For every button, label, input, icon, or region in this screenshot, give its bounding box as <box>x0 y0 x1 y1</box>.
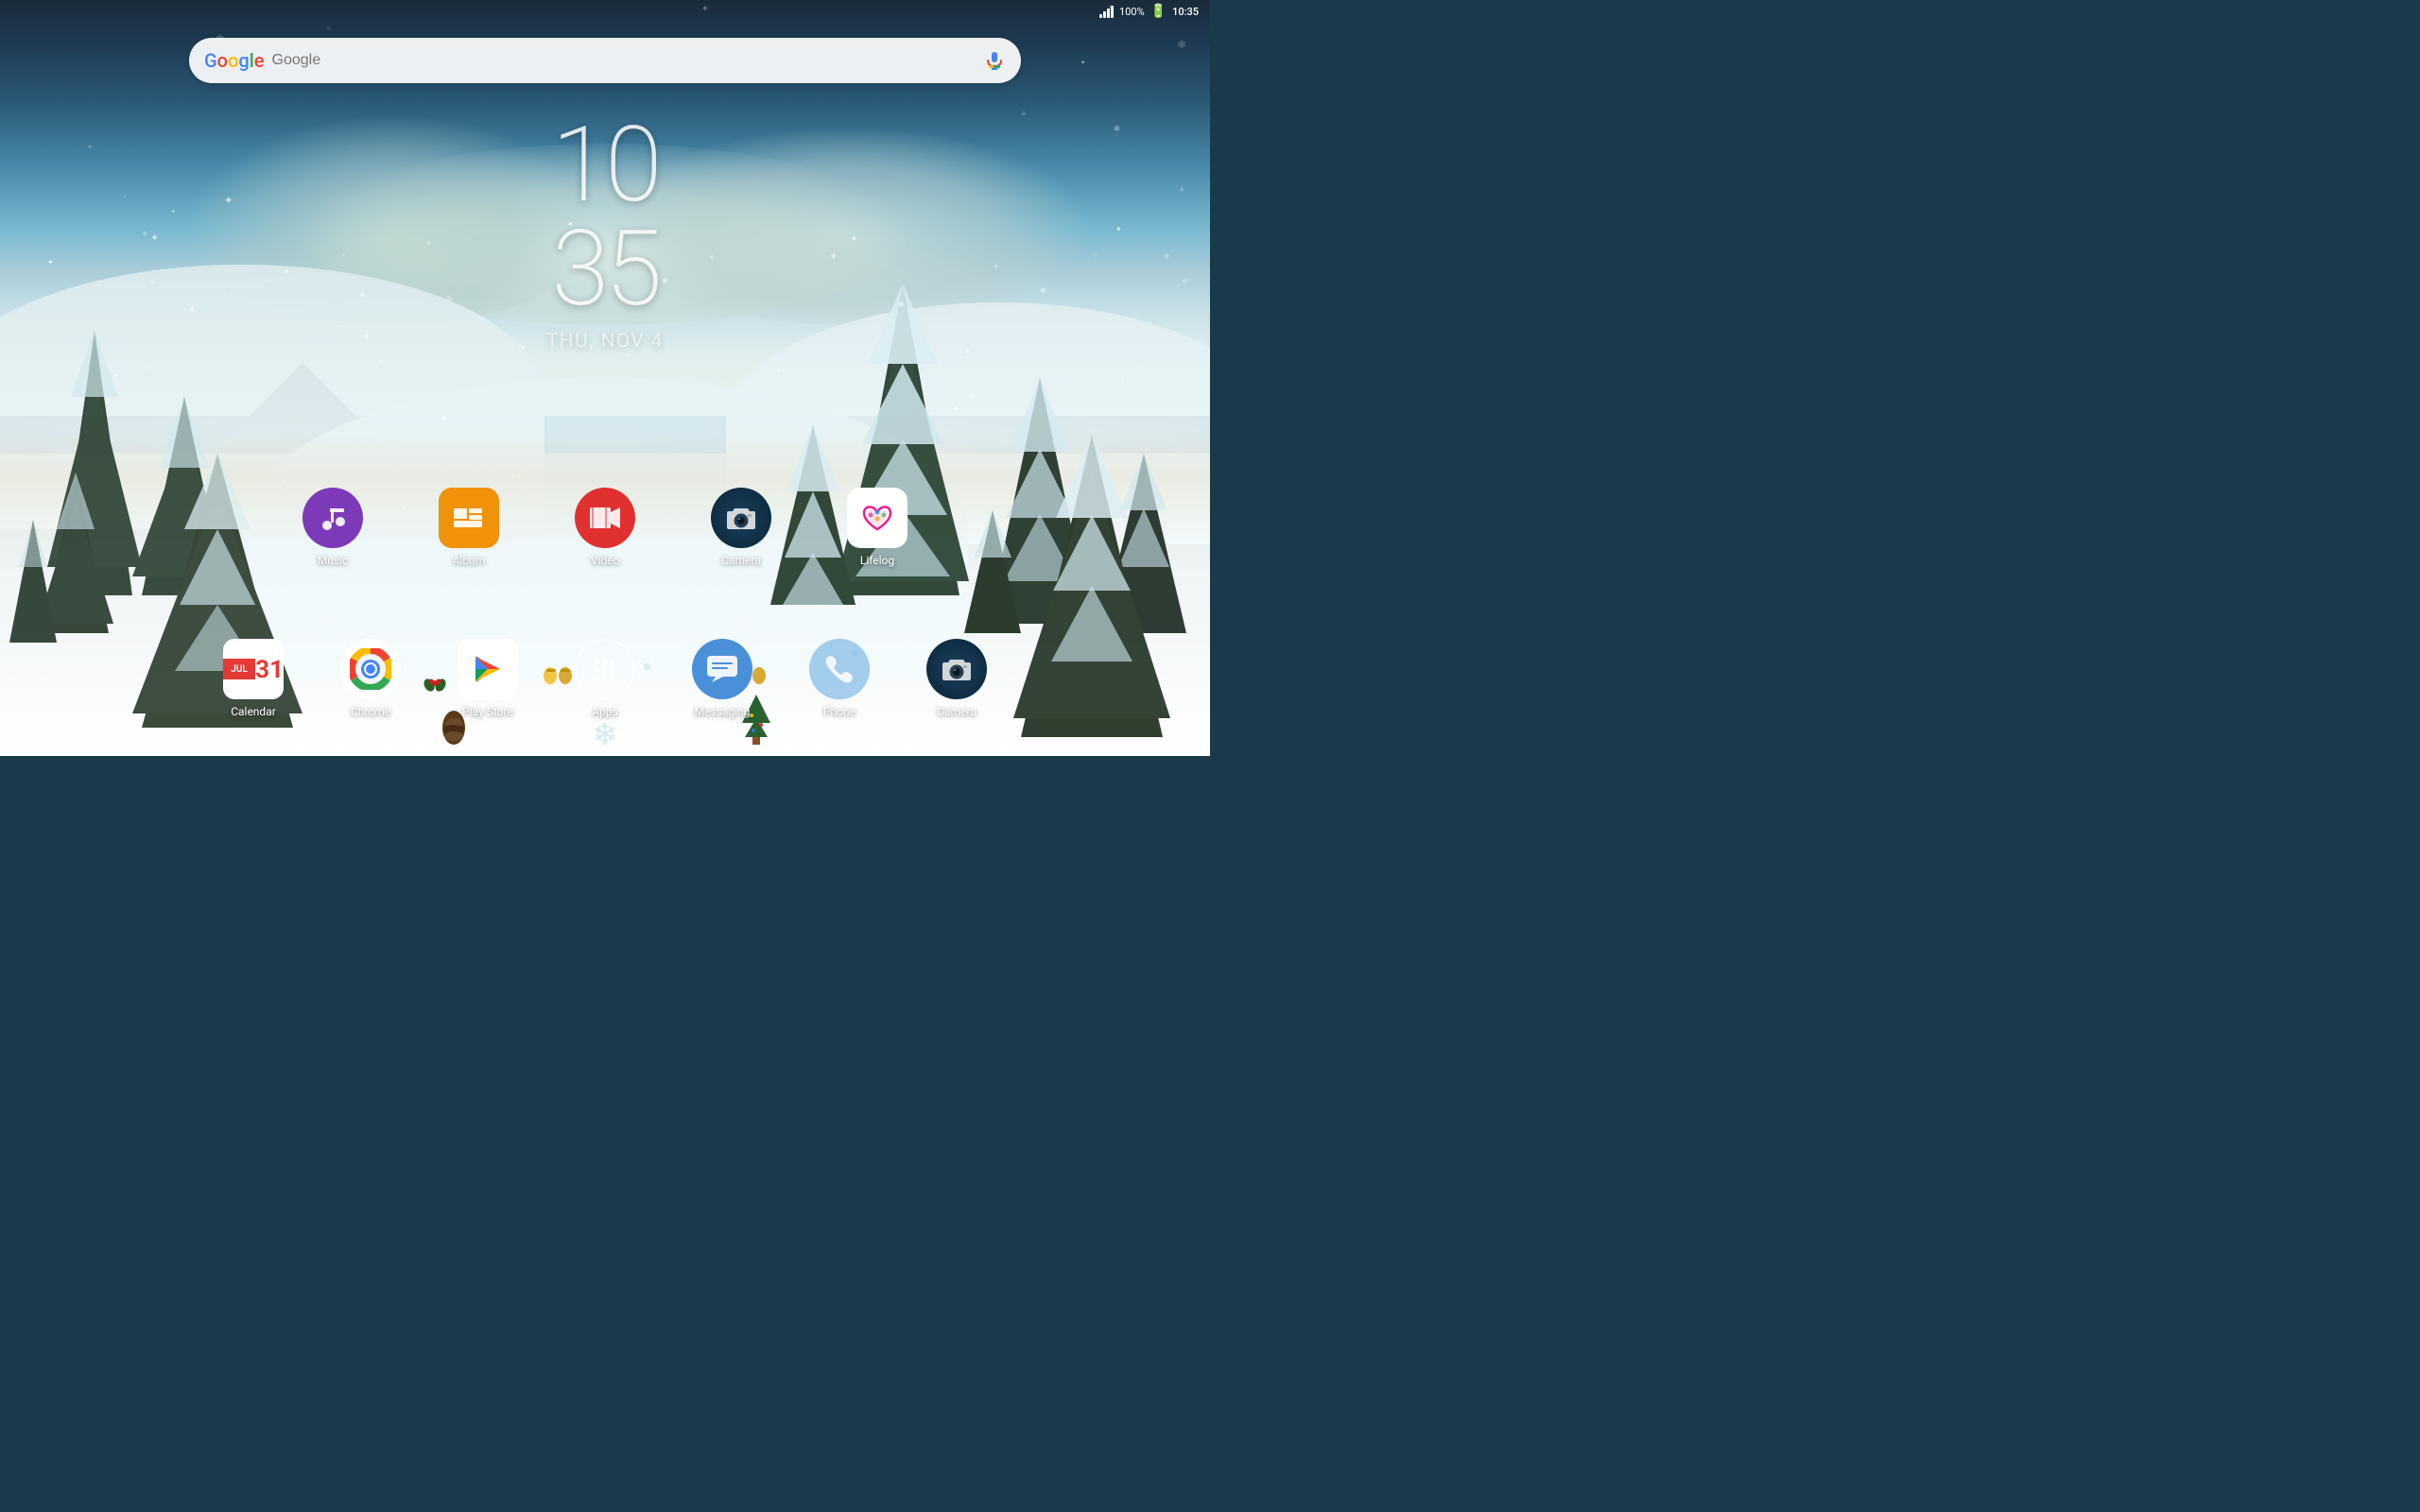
calendar-label: Calendar <box>231 705 276 718</box>
camera-mid-label: Camera <box>721 554 761 567</box>
phone-label: Phone <box>823 705 856 718</box>
phone-icon-bg <box>809 639 870 699</box>
video-label: Video <box>591 554 620 567</box>
playstore-icon-bg <box>458 639 518 699</box>
app-album[interactable]: Album <box>439 488 499 567</box>
google-logo: Google <box>204 49 265 72</box>
camera-dock-label: Camera <box>937 705 977 718</box>
status-time: 10:35 <box>1172 6 1199 18</box>
video-icon-bg <box>575 488 635 548</box>
app-video[interactable]: Video <box>575 488 635 567</box>
chrome-icon-bg <box>340 639 401 699</box>
album-icon-bg <box>439 488 499 548</box>
app-playstore[interactable]: Play Store <box>458 639 518 718</box>
microphone-icon[interactable] <box>983 49 1006 72</box>
clock-hour: 10 <box>546 113 664 217</box>
dock: JUL 31 Calendar Chrome <box>223 639 987 718</box>
lifelog-icon-bg <box>847 488 908 548</box>
camera-mid-icon-bg <box>711 488 771 548</box>
app-messaging[interactable]: Messaging <box>692 639 752 718</box>
status-bar: 100% 🔋 10:35 <box>0 0 1210 23</box>
battery-icon: 🔋 <box>1150 4 1167 19</box>
middle-apps-row: Music Album Video <box>302 488 908 567</box>
camera-dock-icon-bg <box>926 639 987 699</box>
app-lifelog[interactable]: Lifelog <box>847 488 908 567</box>
calendar-icon-bg: JUL 31 <box>223 639 284 699</box>
signal-indicator <box>1099 6 1114 18</box>
messaging-label: Messaging <box>695 705 751 718</box>
app-camera-middle[interactable]: Camera <box>711 488 771 567</box>
music-icon-bg <box>302 488 363 548</box>
search-input[interactable] <box>272 38 983 83</box>
app-music[interactable]: Music <box>302 488 363 567</box>
clock-minute: 35 <box>546 217 664 321</box>
clock-widget: 10 35 THU, NOV 4 <box>546 113 664 352</box>
app-apps[interactable]: Apps <box>575 639 635 718</box>
battery-percentage: 100% <box>1119 6 1145 18</box>
app-camera-dock[interactable]: Camera <box>926 639 987 718</box>
chrome-label: Chrome <box>351 705 390 718</box>
status-icons: 100% 🔋 10:35 <box>1099 4 1199 19</box>
app-chrome[interactable]: Chrome <box>340 639 401 718</box>
apps-icon-bg <box>575 639 635 699</box>
music-label: Music <box>318 554 348 567</box>
app-calendar[interactable]: JUL 31 Calendar <box>223 639 284 718</box>
playstore-label: Play Store <box>462 705 513 718</box>
messaging-icon-bg <box>692 639 752 699</box>
clock-date: THU, NOV 4 <box>546 329 664 352</box>
search-field[interactable] <box>272 52 983 69</box>
lifelog-label: Lifelog <box>860 554 894 567</box>
app-phone[interactable]: Phone <box>809 639 870 718</box>
album-label: Album <box>453 554 486 567</box>
google-search-bar[interactable]: Google <box>189 38 1021 83</box>
apps-label: Apps <box>592 705 618 718</box>
